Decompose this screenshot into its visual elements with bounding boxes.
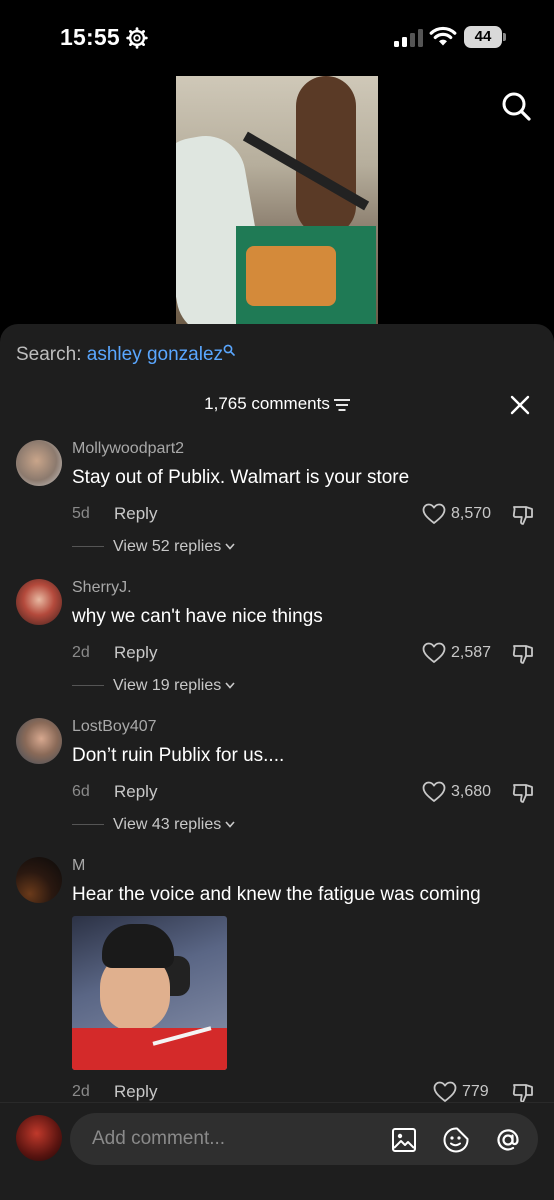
close-icon[interactable]	[509, 394, 531, 416]
comment-username[interactable]: SherryJ.	[72, 579, 132, 597]
avatar[interactable]	[16, 579, 62, 625]
comment-age: 5d	[72, 505, 90, 522]
comment-item: M Hear the voice and knew the fatigue wa…	[0, 857, 554, 1107]
avatar[interactable]	[16, 1115, 62, 1161]
comment-username[interactable]: Mollywoodpart2	[72, 440, 184, 458]
comment-username[interactable]: M	[72, 857, 85, 875]
reply-button[interactable]: Reply	[114, 782, 157, 802]
heart-icon	[422, 642, 446, 663]
comment-gif-image[interactable]	[72, 916, 227, 1070]
chevron-down-icon	[225, 682, 235, 689]
reply-button[interactable]: Reply	[114, 504, 157, 524]
video-player[interactable]	[176, 76, 378, 330]
like-button[interactable]: 3,680	[422, 781, 494, 805]
thumbs-down-icon[interactable]	[511, 643, 535, 667]
gear-icon	[126, 27, 148, 49]
avatar[interactable]	[16, 718, 62, 764]
avatar[interactable]	[16, 857, 62, 903]
chevron-down-icon	[225, 821, 235, 828]
comments-count-label: 1,765 comments	[204, 394, 330, 413]
battery-icon: 44	[464, 26, 506, 48]
status-bar: 15:55 44	[0, 0, 554, 76]
chevron-down-icon	[225, 543, 235, 550]
comment-item: Mollywoodpart2 Stay out of Publix. Walma…	[0, 440, 554, 560]
mention-at-icon[interactable]	[494, 1126, 522, 1154]
comment-item: SherryJ. why we can't have nice things 2…	[0, 579, 554, 699]
comment-age: 6d	[72, 783, 90, 800]
reply-button[interactable]: Reply	[114, 643, 157, 663]
comment-text: Hear the voice and knew the fatigue was …	[72, 884, 481, 905]
emoji-sticker-icon[interactable]	[442, 1126, 470, 1154]
search-small-icon	[223, 344, 235, 356]
thumbs-down-icon[interactable]	[511, 504, 535, 528]
status-time: 15:55	[60, 24, 120, 50]
cellular-signal-icon	[394, 29, 423, 47]
comment-username[interactable]: LostBoy407	[72, 718, 157, 736]
thumbs-down-icon[interactable]	[511, 782, 535, 806]
add-comment-input[interactable]: Add comment...	[70, 1113, 538, 1165]
search-term-link[interactable]: ashley gonzalez	[87, 344, 223, 365]
heart-icon	[422, 781, 446, 802]
reply-button[interactable]: Reply	[114, 1082, 157, 1102]
like-button[interactable]: 2,587	[422, 642, 494, 666]
search-prefix: Search:	[16, 344, 82, 365]
view-replies-label: View 43 replies	[113, 816, 222, 833]
comments-panel: Search: ashley gonzalez 1,765 comments M…	[0, 324, 554, 1200]
image-icon[interactable]	[390, 1126, 418, 1154]
heart-icon	[433, 1081, 457, 1102]
comment-age: 2d	[72, 644, 90, 661]
comment-text: Stay out of Publix. Walmart is your stor…	[72, 467, 410, 488]
like-count: 779	[462, 1083, 489, 1100]
view-replies-label: View 52 replies	[113, 538, 222, 555]
like-count: 2,587	[451, 644, 492, 661]
view-replies-label: View 19 replies	[113, 677, 222, 694]
comment-text: why we can't have nice things	[72, 606, 323, 627]
comment-text: Don’t ruin Publix for us....	[72, 745, 285, 766]
search-suggestion[interactable]: Search: ashley gonzalez	[16, 344, 235, 366]
view-replies-button[interactable]: View 19 replies	[72, 677, 235, 695]
comments-count[interactable]: 1,765 comments	[0, 394, 554, 414]
comment-composer-bar: Add comment...	[0, 1102, 554, 1200]
like-button[interactable]: 8,570	[422, 503, 494, 527]
view-replies-button[interactable]: View 52 replies	[72, 538, 235, 556]
avatar[interactable]	[16, 440, 62, 486]
heart-icon	[422, 503, 446, 524]
comment-item: LostBoy407 Don’t ruin Publix for us.... …	[0, 718, 554, 838]
like-count: 3,680	[451, 783, 492, 800]
add-comment-placeholder: Add comment...	[92, 1128, 226, 1149]
like-count: 8,570	[451, 505, 492, 522]
wifi-icon	[429, 26, 457, 46]
search-icon[interactable]	[500, 90, 532, 122]
sort-filter-icon[interactable]	[333, 398, 350, 411]
view-replies-button[interactable]: View 43 replies	[72, 816, 235, 834]
battery-level: 44	[464, 26, 502, 48]
comment-age: 2d	[72, 1083, 90, 1100]
